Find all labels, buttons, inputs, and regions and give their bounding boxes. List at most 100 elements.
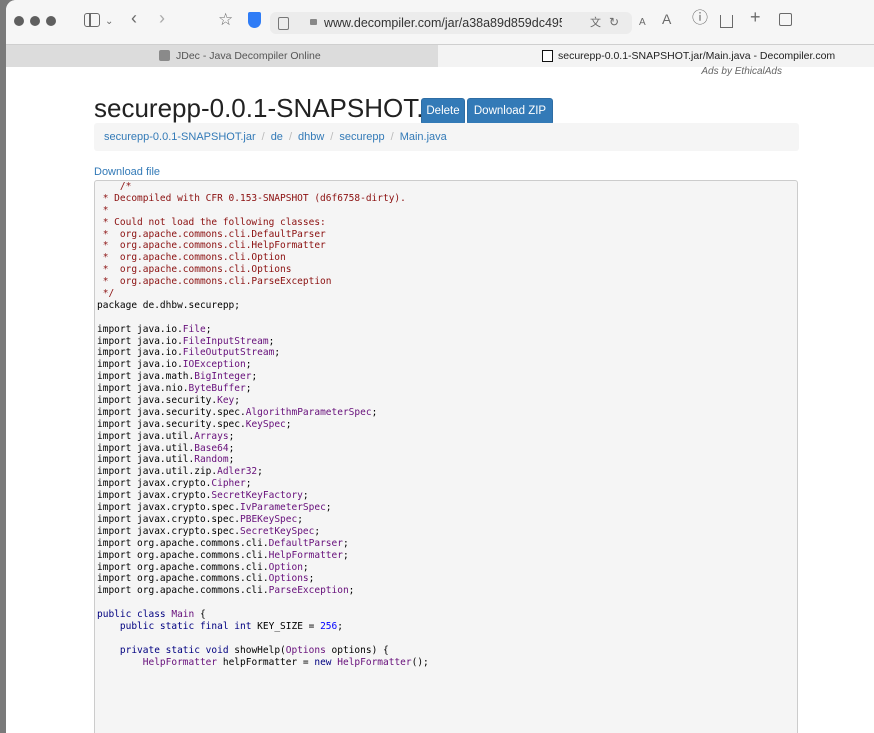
code-token: import org.apache.commons.cli. [97, 561, 269, 573]
code-line: import org.apache.commons.cli.ParseExcep… [97, 585, 797, 597]
code-token: import java.security.spec. [97, 406, 246, 418]
breadcrumb-dhbw[interactable]: dhbw [298, 131, 324, 143]
code-token: */ [97, 288, 115, 300]
code-token: * [97, 204, 109, 216]
forward-arrow-icon[interactable]: › [159, 9, 165, 27]
breadcrumb-jar[interactable]: securepp-0.0.1-SNAPSHOT.jar [104, 131, 256, 143]
font-size-icon[interactable]: A [662, 12, 671, 27]
translate-icon[interactable]: 文 [590, 16, 601, 31]
code-token: import java.util. [97, 442, 195, 454]
code-line: * org.apache.commons.cli.ParseException [97, 276, 797, 288]
code-token: * org.apache.commons.cli.ParseException [97, 276, 332, 288]
code-token: HelpFormatter [268, 549, 343, 561]
new-tab-plus-icon[interactable]: + [750, 8, 761, 26]
code-token: import javax.crypto.spec. [97, 513, 240, 525]
code-token: public class [97, 609, 172, 621]
tab-strip: JDec - Java Decompiler Online securepp-0… [6, 44, 874, 68]
code-viewer[interactable]: /* * Decompiled with CFR 0.153-SNAPSHOT … [94, 180, 798, 733]
code-token: HelpFormatter [142, 656, 218, 668]
tab-jdec[interactable]: JDec - Java Decompiler Online [6, 45, 438, 67]
code-token: ; [342, 537, 349, 549]
code-token: FileOutputStream [182, 347, 275, 359]
tab-decompiler-label: securepp-0.0.1-SNAPSHOT.jar/Main.java - … [558, 50, 836, 62]
privacy-shield-icon[interactable] [248, 12, 261, 28]
code-token: (); [411, 656, 429, 668]
code-token: Random [194, 454, 229, 466]
code-token: * org.apache.commons.cli.DefaultParser [97, 228, 326, 240]
close-dot-icon[interactable] [14, 16, 24, 26]
code-line: import java.io.IOException; [97, 359, 797, 371]
code-token: ; [268, 335, 275, 347]
code-token: showHelp( [234, 644, 286, 656]
download-file-link[interactable]: Download file [94, 166, 160, 178]
code-token: ; [337, 620, 343, 632]
code-line: import org.apache.commons.cli.Options; [97, 573, 797, 585]
code-token: KEY_SIZE = [257, 620, 321, 632]
minimize-dot-icon[interactable] [30, 16, 40, 26]
download-zip-button[interactable]: Download ZIP [467, 98, 553, 125]
code-token: ; [228, 454, 235, 466]
code-token: private static void [97, 644, 235, 656]
code-line: public class Main { [97, 609, 797, 621]
code-token: File [182, 323, 206, 335]
tab-decompiler[interactable]: securepp-0.0.1-SNAPSHOT.jar/Main.java - … [438, 45, 874, 67]
code-token: ; [234, 395, 241, 407]
font-size-small-icon[interactable]: A [639, 15, 646, 30]
code-token: ; [228, 442, 235, 454]
back-arrow-icon[interactable]: ‹ [131, 9, 137, 27]
code-line: * org.apache.commons.cli.HelpFormatter [97, 240, 797, 252]
reload-icon[interactable]: ↻ [609, 15, 619, 30]
delete-button[interactable]: Delete [421, 98, 465, 125]
code-token: SecretKeySpec [240, 525, 315, 537]
code-token: DefaultParser [268, 537, 343, 549]
code-line: */ [97, 288, 797, 300]
breadcrumb-main-java[interactable]: Main.java [400, 131, 447, 143]
code-token: { [194, 609, 206, 621]
code-token: Main [171, 609, 195, 621]
code-line: import java.security.Key; [97, 395, 797, 407]
code-token: import java.util. [97, 430, 195, 442]
lock-icon [310, 19, 317, 25]
code-line: import java.math.BigInteger; [97, 371, 797, 383]
code-line: import java.util.zip.Adler32; [97, 466, 797, 478]
url-text[interactable]: www.decompiler.com/jar/a38a89d859dc495ca… [324, 16, 562, 30]
code-token: Option [268, 561, 303, 573]
code-token: ; [297, 513, 303, 525]
reader-icon[interactable] [278, 17, 289, 30]
code-token: * org.apache.commons.cli.Option [97, 252, 286, 264]
code-token: * Could not load the following classes: [97, 216, 326, 228]
sidebar-icon[interactable] [84, 13, 100, 27]
code-line: * Could not load the following classes: [97, 217, 797, 229]
code-token: ; [308, 573, 315, 585]
breadcrumb-de[interactable]: de [271, 131, 283, 143]
code-line: * org.apache.commons.cli.Option [97, 252, 797, 264]
code-token: import java.nio. [97, 383, 189, 395]
code-token: ; [314, 525, 321, 537]
code-token: ParseException [268, 585, 349, 597]
breadcrumb-separator: / [390, 131, 394, 143]
code-line: import org.apache.commons.cli.Option; [97, 562, 797, 574]
tab-overview-icon[interactable] [779, 13, 792, 26]
code-token: ; [257, 466, 263, 478]
breadcrumb-securepp[interactable]: securepp [339, 131, 384, 143]
info-icon[interactable]: ⓘ [692, 11, 708, 27]
code-token: package de.dhbw.securepp; [97, 299, 240, 311]
code-token: Adler32 [217, 466, 258, 478]
tab-jdec-label: JDec - Java Decompiler Online [176, 50, 321, 62]
bookmark-star-icon[interactable]: ☆ [218, 11, 233, 28]
code-token: ; [342, 549, 349, 561]
address-bar[interactable]: www.decompiler.com/jar/a38a89d859dc495ca… [270, 12, 632, 34]
ads-label[interactable]: Ads by EthicalAds [682, 66, 782, 77]
chevron-down-icon[interactable]: ⌄ [105, 14, 113, 29]
code-token: AlgorithmParameterSpec [245, 406, 372, 418]
share-icon[interactable] [720, 15, 733, 28]
zoom-dot-icon[interactable] [46, 16, 56, 26]
code-token: import java.security. [97, 395, 218, 407]
code-token: * org.apache.commons.cli.HelpFormatter [97, 240, 326, 252]
breadcrumb-separator: / [261, 131, 265, 143]
code-token: ; [371, 406, 378, 418]
breadcrumb-separator: / [330, 131, 334, 143]
favicon-jdec [159, 50, 170, 61]
